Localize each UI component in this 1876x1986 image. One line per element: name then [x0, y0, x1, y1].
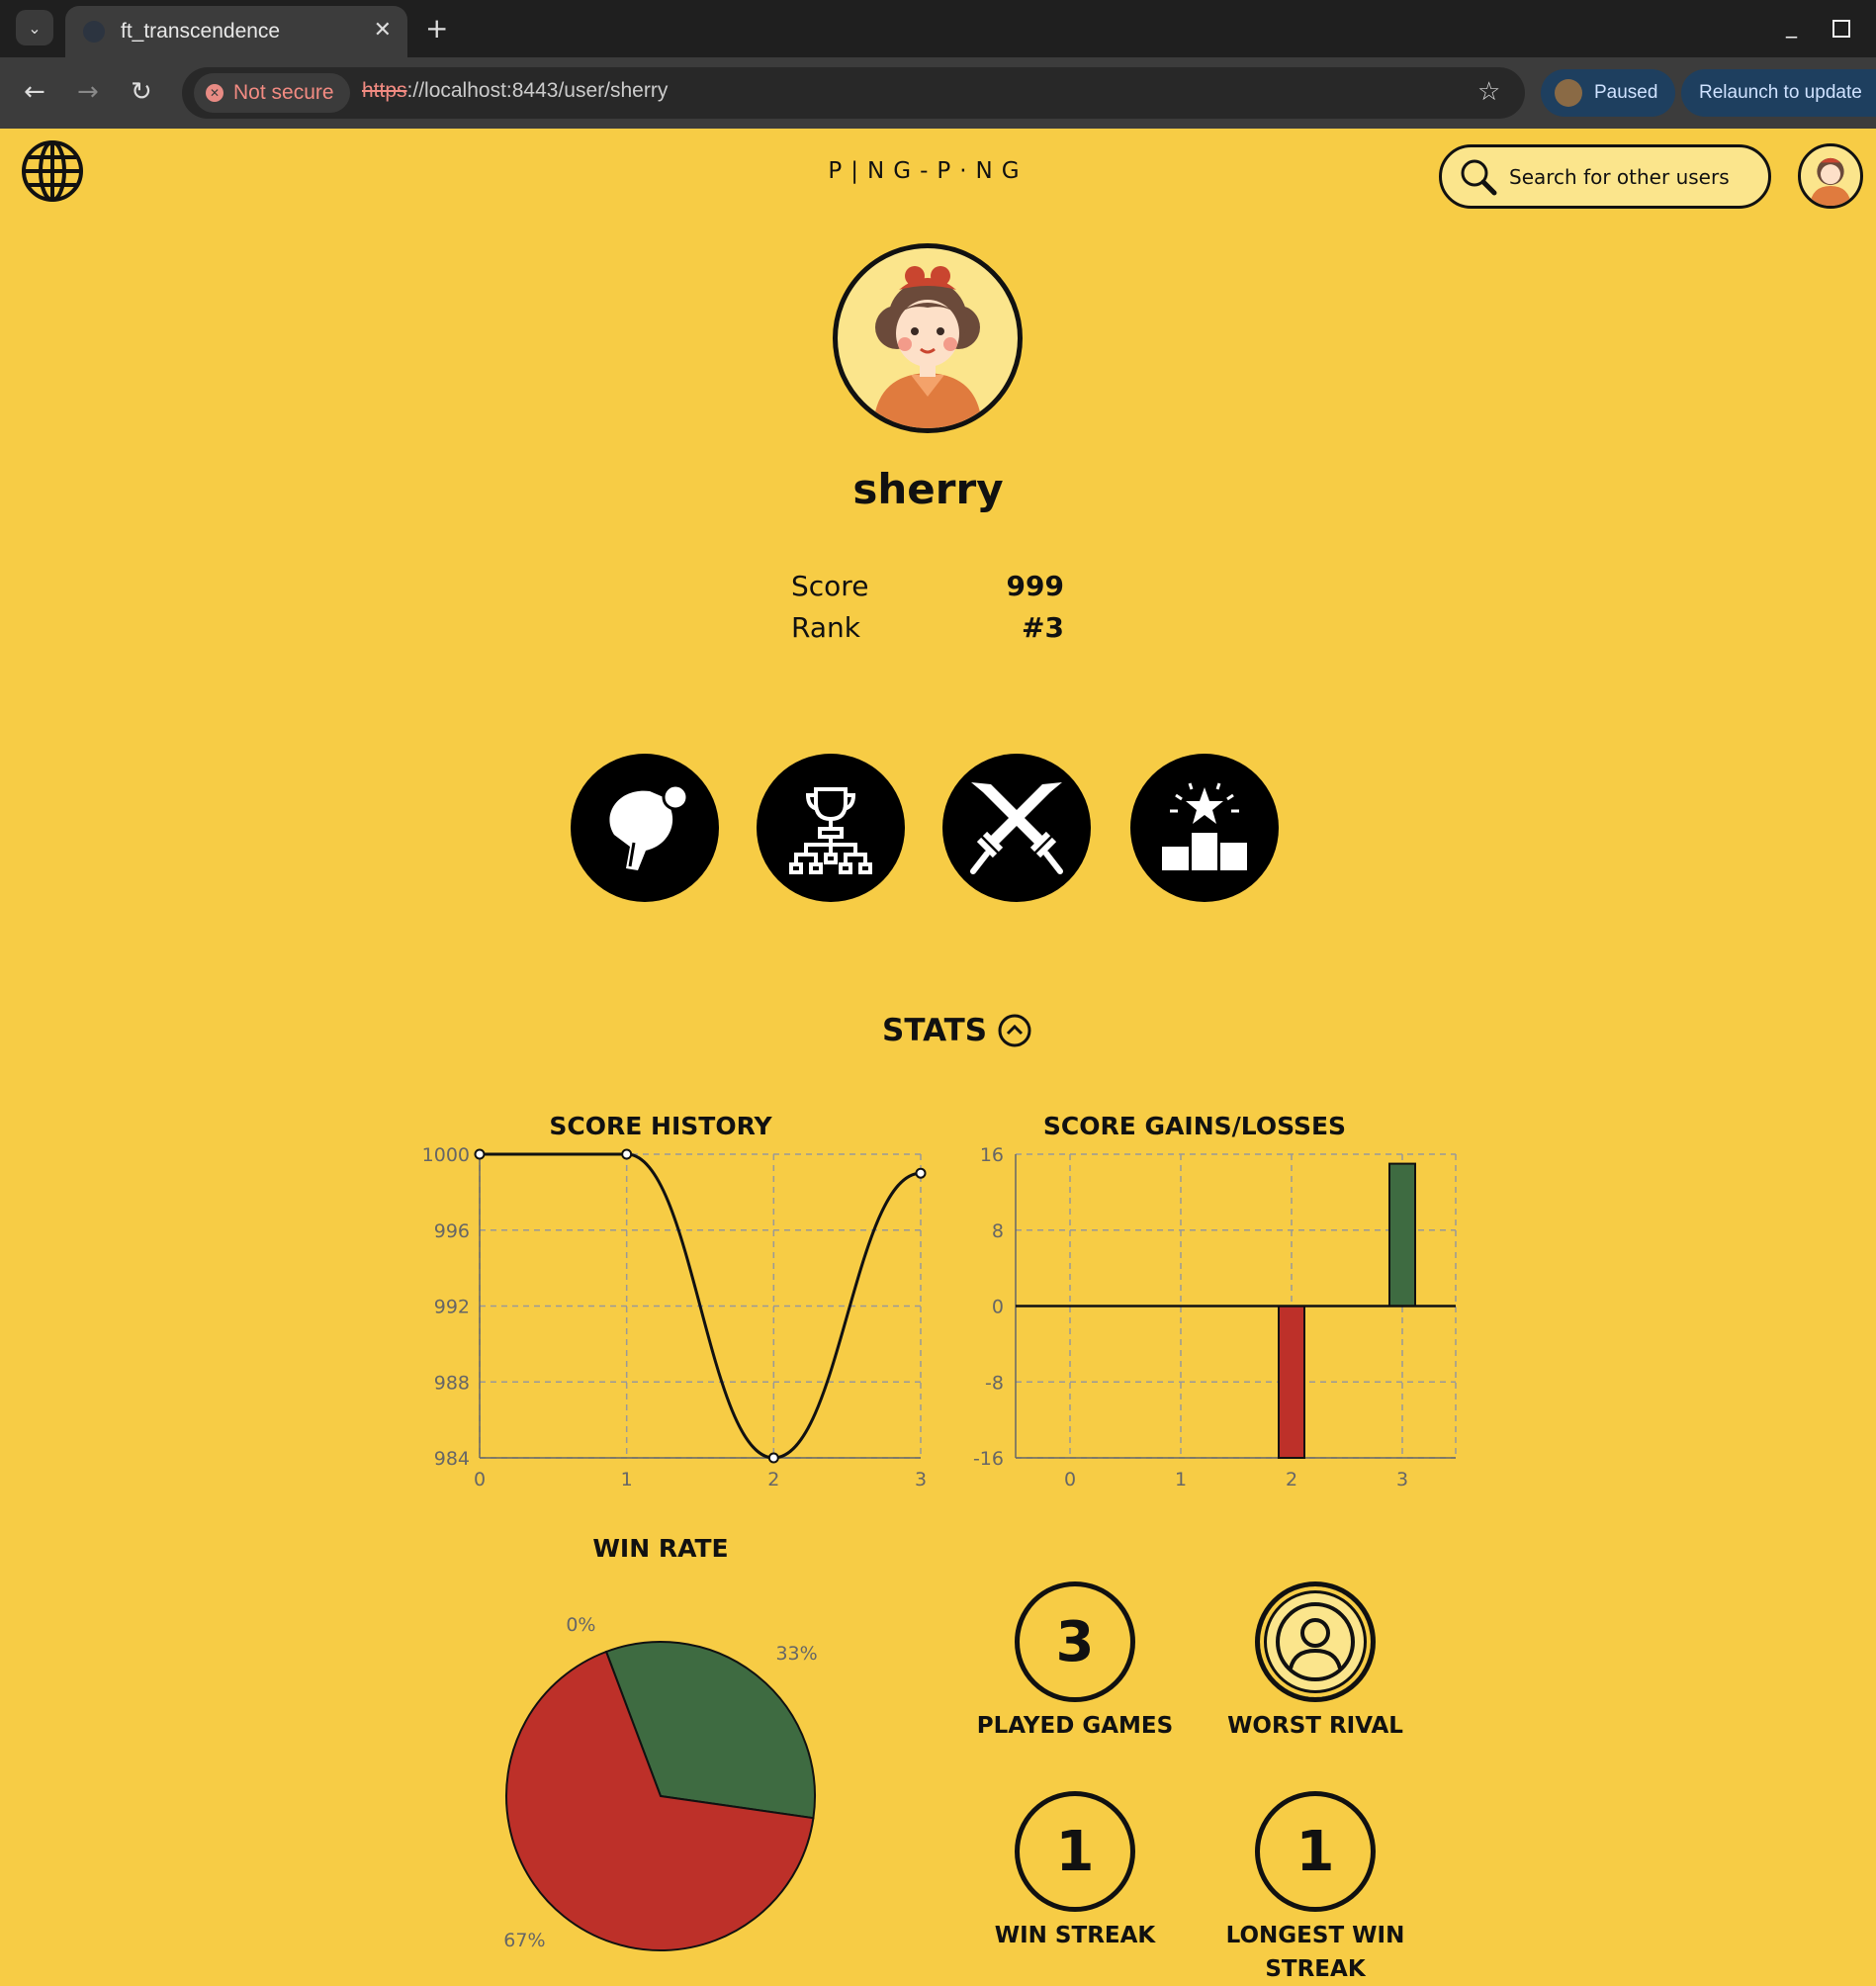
minimize-icon[interactable]: _	[1786, 14, 1797, 39]
podium-icon	[1162, 782, 1247, 870]
tournament-icon	[789, 787, 872, 874]
relaunch-label: Relaunch to update	[1699, 82, 1862, 103]
security-chip[interactable]: ✕ Not secure	[194, 73, 350, 113]
score-history-title: SCORE HISTORY	[549, 1112, 772, 1140]
user-icon	[1276, 1602, 1355, 1681]
browser-profile-avatar	[1555, 79, 1582, 107]
user-menu-avatar[interactable]	[1798, 143, 1863, 209]
worst-rival-circle[interactable]	[1255, 1581, 1376, 1702]
user-search[interactable]	[1439, 144, 1771, 209]
score-value: 999	[1006, 570, 1064, 602]
profile-avatar	[833, 243, 1023, 433]
paused-label: Paused	[1594, 82, 1658, 103]
score-label: Score	[791, 570, 869, 602]
stats-heading: STATS	[882, 1013, 988, 1048]
win-streak-circle: 1	[1015, 1791, 1135, 1912]
forward-icon[interactable]: →	[77, 77, 99, 107]
played-games-circle: 3	[1015, 1581, 1135, 1702]
url-path: ://localhost:8443/user/sherry	[406, 79, 669, 102]
reload-icon[interactable]: ↻	[131, 77, 152, 107]
played-games-label: PLAYED GAMES	[976, 1713, 1174, 1739]
tab-search-button[interactable]: ⌄	[16, 10, 53, 45]
avatar-illustration	[873, 266, 982, 428]
win-streak-label: WIN STREAK	[994, 1923, 1156, 1948]
stats-toggle[interactable]: STATS	[882, 1013, 1032, 1048]
warning-icon: ✕	[206, 84, 223, 102]
tournament-button[interactable]	[757, 754, 905, 902]
browser-tab[interactable]: ft_transcendence ✕	[65, 6, 407, 57]
search-input[interactable]	[1509, 164, 1756, 189]
url-text[interactable]: https://localhost:8443/user/sherry	[362, 79, 668, 103]
tab-close-icon[interactable]: ✕	[374, 18, 392, 43]
score-gains-title: SCORE GAINS/LOSSES	[1042, 1112, 1347, 1140]
ping-pong-icon	[609, 783, 689, 870]
chevron-up-icon	[998, 1014, 1031, 1047]
profile-username: sherry	[852, 465, 1004, 513]
crossed-swords-icon	[970, 782, 1063, 874]
back-icon[interactable]: ←	[24, 77, 45, 107]
security-label: Not secure	[233, 81, 334, 104]
tab-title: ft_transcendence	[121, 20, 281, 43]
leaderboard-button[interactable]	[1130, 754, 1279, 902]
new-tab-icon[interactable]: +	[425, 12, 448, 45]
profile-paused-button[interactable]: Paused	[1541, 69, 1676, 117]
url-scheme: https	[362, 79, 407, 102]
avatar	[1810, 157, 1851, 206]
relaunch-button[interactable]: Relaunch to update	[1681, 69, 1876, 117]
bookmark-star-icon[interactable]: ☆	[1477, 77, 1500, 107]
search-icon	[1461, 159, 1497, 195]
win-rate-title: WIN RATE	[592, 1534, 729, 1563]
worst-rival-label: WORST RIVAL	[1227, 1713, 1403, 1739]
rank-value: #3	[1022, 611, 1064, 644]
play-game-button[interactable]	[571, 754, 719, 902]
longest-win-streak-circle: 1	[1255, 1791, 1376, 1912]
tab-favicon-icon	[83, 21, 105, 43]
longest-win-streak-label: LONGEST WIN STREAK	[1225, 1923, 1405, 1982]
maximize-icon[interactable]	[1832, 20, 1850, 38]
rank-label: Rank	[791, 611, 860, 644]
battle-button[interactable]	[942, 754, 1091, 902]
